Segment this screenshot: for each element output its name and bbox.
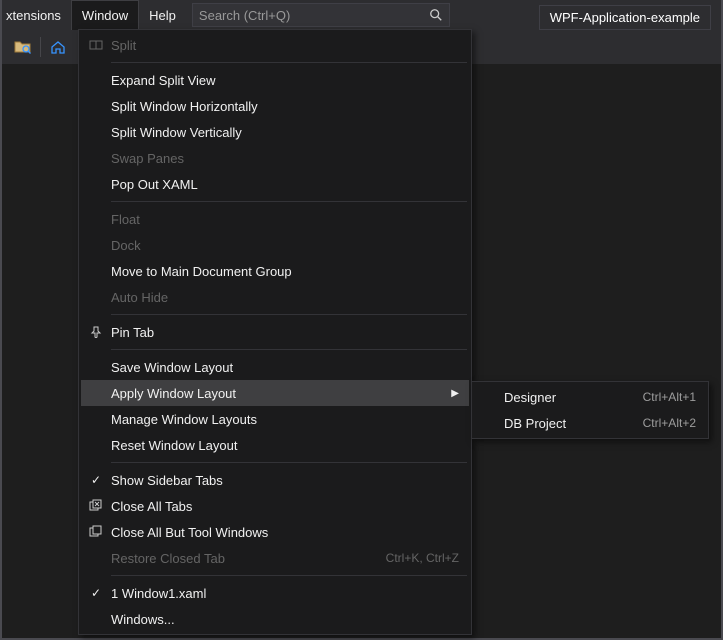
menu-item-label: Expand Split View: [111, 73, 459, 88]
menu-item-split-vertically[interactable]: Split Window Vertically: [81, 119, 469, 145]
home-icon[interactable]: [47, 36, 69, 58]
menu-help[interactable]: Help: [139, 0, 186, 30]
menu-separator: [111, 62, 467, 63]
menu-item-label: Restore Closed Tab: [111, 551, 386, 566]
menu-item-move-main-doc-group[interactable]: Move to Main Document Group: [81, 258, 469, 284]
check-icon: [81, 473, 111, 487]
pin-icon: [81, 326, 111, 338]
menu-item-float: Float: [81, 206, 469, 232]
menu-separator: [111, 201, 467, 202]
menu-item-label: Pop Out XAML: [111, 177, 459, 192]
menu-item-label: Split Window Vertically: [111, 125, 459, 140]
apply-window-layout-submenu: Designer Ctrl+Alt+1 DB Project Ctrl+Alt+…: [471, 381, 709, 439]
search-box[interactable]: Search (Ctrl+Q): [192, 3, 450, 27]
toolbar-divider: [40, 37, 41, 57]
menu-item-reset-window-layout[interactable]: Reset Window Layout: [81, 432, 469, 458]
split-icon: [81, 38, 111, 52]
solution-name-badge[interactable]: WPF-Application-example: [539, 5, 711, 30]
menu-separator: [111, 314, 467, 315]
menu-item-shortcut: Ctrl+Alt+2: [643, 416, 696, 430]
menu-item-windows[interactable]: Windows...: [81, 606, 469, 632]
menu-extensions[interactable]: xtensions: [4, 0, 71, 30]
menu-item-close-all-tabs[interactable]: Close All Tabs: [81, 493, 469, 519]
menu-item-label: Split: [111, 38, 459, 53]
menu-item-label: Auto Hide: [111, 290, 459, 305]
menu-item-label: Designer: [504, 390, 643, 405]
menu-item-close-all-but-tool-windows[interactable]: Close All But Tool Windows: [81, 519, 469, 545]
submenu-arrow-icon: ▶: [445, 388, 459, 399]
menu-item-swap-panes: Swap Panes: [81, 145, 469, 171]
menu-item-label: Manage Window Layouts: [111, 412, 459, 427]
menu-item-save-window-layout[interactable]: Save Window Layout: [81, 354, 469, 380]
folder-search-icon[interactable]: [12, 36, 34, 58]
menu-item-pin-tab[interactable]: Pin Tab: [81, 319, 469, 345]
menu-item-window1-xaml[interactable]: 1 Window1.xaml: [81, 580, 469, 606]
menu-item-label: 1 Window1.xaml: [111, 586, 459, 601]
submenu-item-db-project[interactable]: DB Project Ctrl+Alt+2: [474, 410, 706, 436]
menu-item-split-horizontally[interactable]: Split Window Horizontally: [81, 93, 469, 119]
close-all-but-tool-icon: [81, 525, 111, 539]
menu-item-auto-hide: Auto Hide: [81, 284, 469, 310]
menu-item-shortcut: Ctrl+K, Ctrl+Z: [386, 551, 459, 565]
menu-item-label: Close All But Tool Windows: [111, 525, 459, 540]
menu-item-shortcut: Ctrl+Alt+1: [643, 390, 696, 404]
menu-item-label: Close All Tabs: [111, 499, 459, 514]
menu-item-label: Save Window Layout: [111, 360, 459, 375]
menu-item-dock: Dock: [81, 232, 469, 258]
menu-window[interactable]: Window: [71, 0, 139, 30]
menu-item-label: Move to Main Document Group: [111, 264, 459, 279]
menu-item-label: Pin Tab: [111, 325, 459, 340]
menu-item-split: Split: [81, 32, 469, 58]
menu-item-expand-split-view[interactable]: Expand Split View: [81, 67, 469, 93]
check-icon: [81, 586, 111, 600]
menu-item-show-sidebar-tabs[interactable]: Show Sidebar Tabs: [81, 467, 469, 493]
menu-item-label: Float: [111, 212, 459, 227]
menu-item-label: Split Window Horizontally: [111, 99, 459, 114]
search-placeholder: Search (Ctrl+Q): [199, 8, 429, 23]
menu-item-apply-window-layout[interactable]: Apply Window Layout ▶: [81, 380, 469, 406]
menu-item-restore-closed-tab: Restore Closed Tab Ctrl+K, Ctrl+Z: [81, 545, 469, 571]
submenu-item-designer[interactable]: Designer Ctrl+Alt+1: [474, 384, 706, 410]
menu-item-pop-out-xaml[interactable]: Pop Out XAML: [81, 171, 469, 197]
menu-item-label: Windows...: [111, 612, 459, 627]
search-icon: [429, 8, 443, 22]
menu-separator: [111, 575, 467, 576]
menu-item-label: Apply Window Layout: [111, 386, 445, 401]
close-all-tabs-icon: [81, 499, 111, 513]
menu-separator: [111, 462, 467, 463]
menu-item-label: Reset Window Layout: [111, 438, 459, 453]
menu-item-manage-window-layouts[interactable]: Manage Window Layouts: [81, 406, 469, 432]
menu-item-label: DB Project: [504, 416, 643, 431]
window-menu-dropdown: Split Expand Split View Split Window Hor…: [78, 29, 472, 635]
menu-item-label: Dock: [111, 238, 459, 253]
menu-item-label: Show Sidebar Tabs: [111, 473, 459, 488]
menu-separator: [111, 349, 467, 350]
menu-item-label: Swap Panes: [111, 151, 459, 166]
